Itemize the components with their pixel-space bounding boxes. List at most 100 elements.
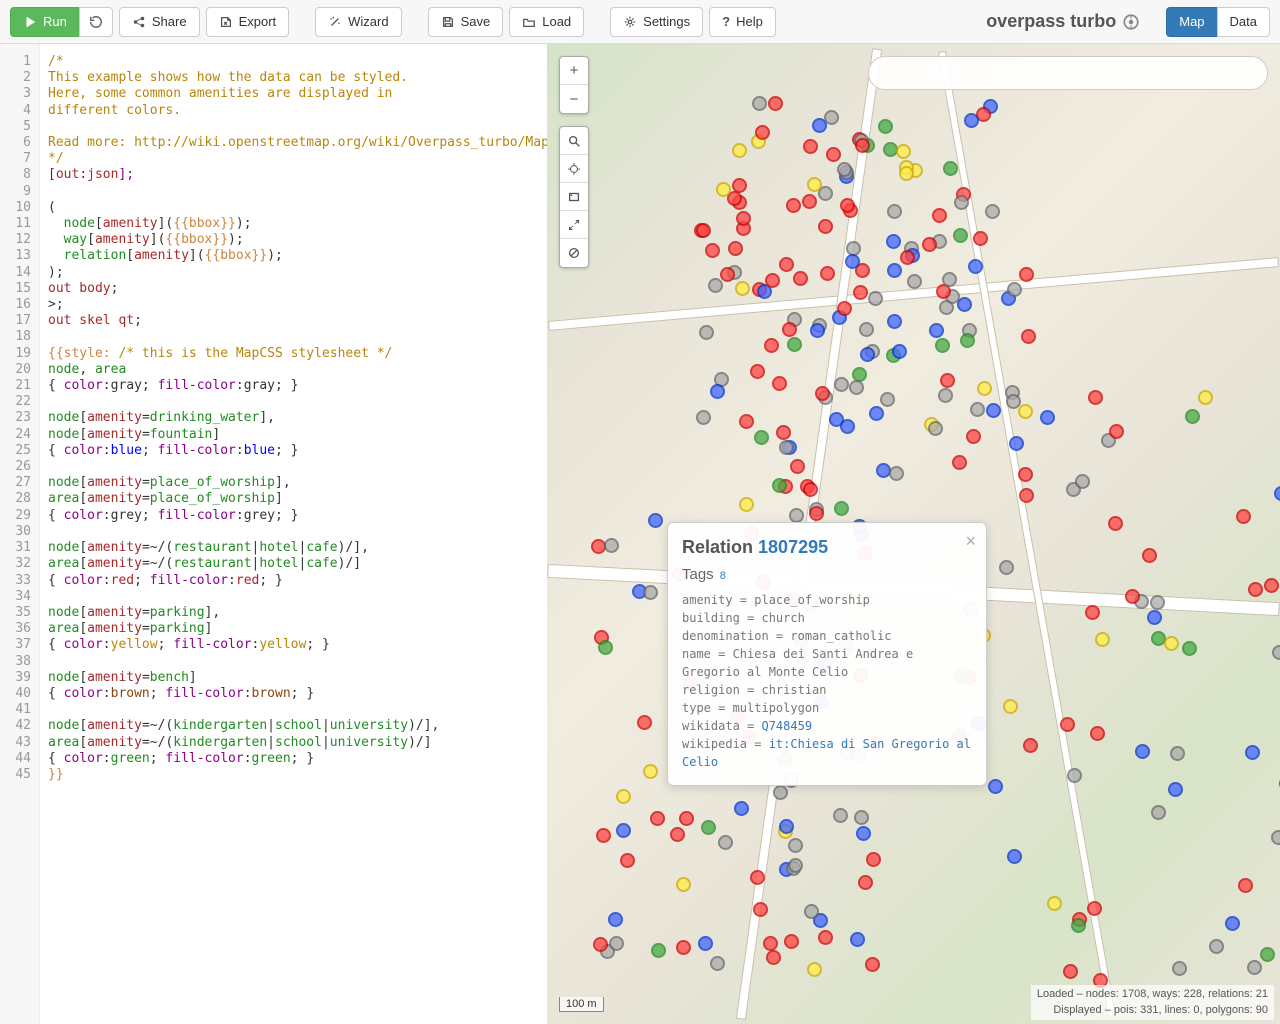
- poi-marker[interactable]: [1003, 699, 1018, 714]
- poi-marker[interactable]: [1067, 768, 1082, 783]
- poi-marker[interactable]: [802, 194, 817, 209]
- poi-marker[interactable]: [790, 459, 805, 474]
- zoom-out-button[interactable]: −: [560, 85, 588, 113]
- poi-marker[interactable]: [732, 143, 747, 158]
- poi-marker[interactable]: [616, 789, 631, 804]
- poi-marker[interactable]: [1023, 738, 1038, 753]
- poi-marker[interactable]: [708, 278, 723, 293]
- poi-marker[interactable]: [1090, 726, 1105, 741]
- poi-marker[interactable]: [676, 877, 691, 892]
- poi-marker[interactable]: [938, 388, 953, 403]
- help-button[interactable]: ?Help: [709, 7, 776, 37]
- poi-marker[interactable]: [750, 870, 765, 885]
- poi-marker[interactable]: [928, 421, 943, 436]
- poi-marker[interactable]: [887, 263, 902, 278]
- poi-marker[interactable]: [598, 640, 613, 655]
- poi-marker[interactable]: [999, 560, 1014, 575]
- poi-marker[interactable]: [1238, 878, 1253, 893]
- poi-marker[interactable]: [960, 333, 975, 348]
- poi-marker[interactable]: [973, 231, 988, 246]
- save-button[interactable]: Save: [428, 7, 504, 37]
- poi-marker[interactable]: [886, 234, 901, 249]
- poi-marker[interactable]: [1271, 830, 1280, 845]
- poi-marker[interactable]: [1168, 782, 1183, 797]
- poi-marker[interactable]: [988, 779, 1003, 794]
- poi-marker[interactable]: [1135, 744, 1150, 759]
- settings-button[interactable]: Settings: [610, 7, 703, 37]
- poi-marker[interactable]: [866, 852, 881, 867]
- poi-marker[interactable]: [786, 198, 801, 213]
- poi-marker[interactable]: [710, 956, 725, 971]
- poi-marker[interactable]: [833, 808, 848, 823]
- poi-marker[interactable]: [773, 785, 788, 800]
- poi-marker[interactable]: [772, 376, 787, 391]
- poi-marker[interactable]: [1060, 717, 1075, 732]
- map-search-box[interactable]: [868, 56, 1268, 90]
- popup-id-link[interactable]: 1807295: [758, 537, 828, 557]
- poi-marker[interactable]: [977, 381, 992, 396]
- poi-marker[interactable]: [705, 243, 720, 258]
- poi-marker[interactable]: [1272, 645, 1280, 660]
- poi-marker[interactable]: [1071, 918, 1086, 933]
- poi-marker[interactable]: [1019, 267, 1034, 282]
- poi-marker[interactable]: [953, 228, 968, 243]
- poi-marker[interactable]: [1147, 610, 1162, 625]
- poi-marker[interactable]: [1085, 605, 1100, 620]
- poi-marker[interactable]: [788, 838, 803, 853]
- poi-marker[interactable]: [1225, 916, 1240, 931]
- poi-marker[interactable]: [1009, 436, 1024, 451]
- poi-marker[interactable]: [1264, 578, 1279, 593]
- poi-marker[interactable]: [834, 377, 849, 392]
- poi-marker[interactable]: [865, 957, 880, 972]
- poi-marker[interactable]: [858, 875, 873, 890]
- poi-marker[interactable]: [855, 138, 870, 153]
- poi-marker[interactable]: [648, 513, 663, 528]
- poi-marker[interactable]: [1047, 896, 1062, 911]
- poi-marker[interactable]: [896, 144, 911, 159]
- popup-close-button[interactable]: ×: [965, 531, 976, 552]
- poi-marker[interactable]: [1007, 282, 1022, 297]
- poi-marker[interactable]: [900, 250, 915, 265]
- poi-marker[interactable]: [807, 962, 822, 977]
- poi-marker[interactable]: [764, 338, 779, 353]
- poi-marker[interactable]: [701, 820, 716, 835]
- poi-marker[interactable]: [952, 455, 967, 470]
- poi-marker[interactable]: [807, 177, 822, 192]
- poi-marker[interactable]: [620, 853, 635, 868]
- poi-marker[interactable]: [650, 811, 665, 826]
- poi-marker[interactable]: [1075, 474, 1090, 489]
- poi-marker[interactable]: [755, 125, 770, 140]
- poi-marker[interactable]: [696, 410, 711, 425]
- poi-marker[interactable]: [698, 936, 713, 951]
- poi-marker[interactable]: [763, 936, 778, 951]
- poi-marker[interactable]: [1088, 390, 1103, 405]
- poi-marker[interactable]: [935, 338, 950, 353]
- poi-marker[interactable]: [1185, 409, 1200, 424]
- poi-marker[interactable]: [880, 392, 895, 407]
- poi-marker[interactable]: [1108, 516, 1123, 531]
- poi-marker[interactable]: [922, 237, 937, 252]
- poi-marker[interactable]: [845, 254, 860, 269]
- poi-marker[interactable]: [616, 823, 631, 838]
- poi-marker[interactable]: [968, 259, 983, 274]
- poi-marker[interactable]: [779, 257, 794, 272]
- poi-marker[interactable]: [735, 281, 750, 296]
- poi-marker[interactable]: [818, 930, 833, 945]
- poi-marker[interactable]: [964, 113, 979, 128]
- poi-marker[interactable]: [1172, 961, 1187, 976]
- poi-marker[interactable]: [907, 274, 922, 289]
- poi-marker[interactable]: [942, 272, 957, 287]
- poi-marker[interactable]: [779, 440, 794, 455]
- tag-link[interactable]: Q748459: [761, 719, 812, 733]
- clear-button[interactable]: [560, 239, 588, 267]
- poi-marker[interactable]: [1040, 410, 1055, 425]
- poi-marker[interactable]: [1018, 404, 1033, 419]
- tag-link[interactable]: it:Chiesa di San Gregorio al Celio: [682, 737, 971, 769]
- poi-marker[interactable]: [784, 934, 799, 949]
- poi-marker[interactable]: [1087, 901, 1102, 916]
- poi-marker[interactable]: [854, 810, 869, 825]
- poi-marker[interactable]: [1018, 467, 1033, 482]
- poi-marker[interactable]: [929, 323, 944, 338]
- poi-marker[interactable]: [609, 936, 624, 951]
- poi-marker[interactable]: [856, 826, 871, 841]
